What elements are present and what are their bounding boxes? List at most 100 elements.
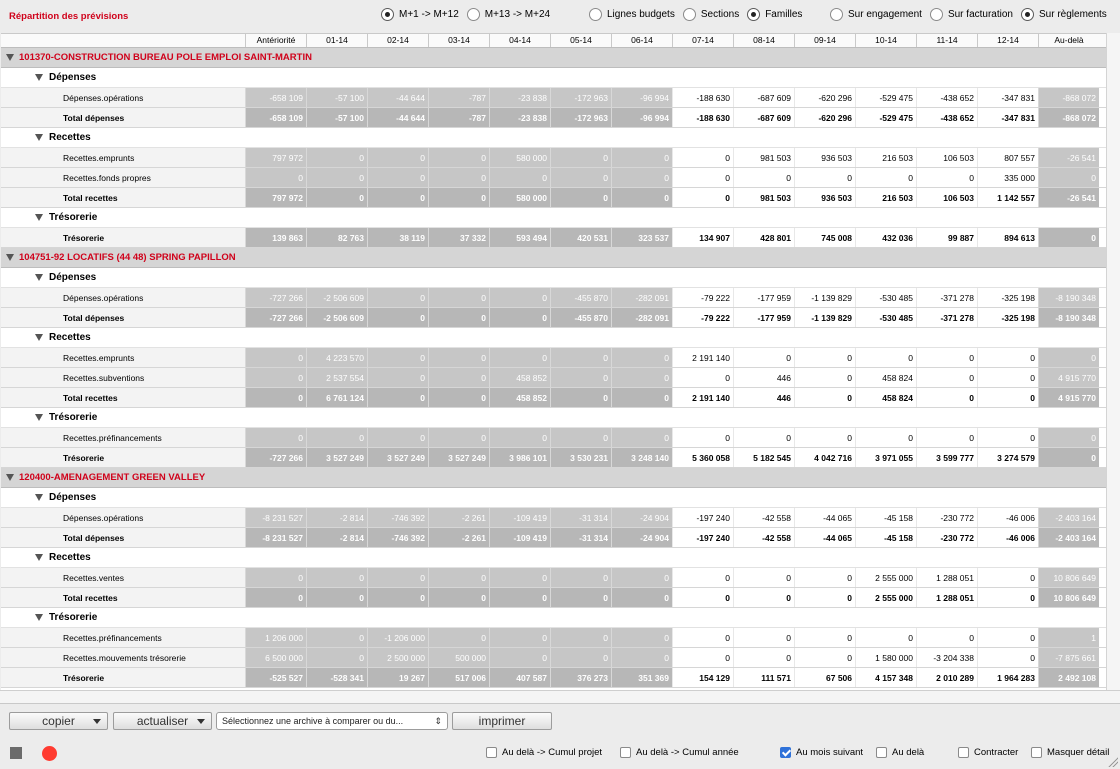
table-cell[interactable]: 0 [672, 148, 733, 167]
table-cell[interactable]: 981 503 [733, 148, 794, 167]
print-button[interactable]: imprimer [452, 712, 552, 730]
table-cell[interactable]: 0 [672, 648, 733, 667]
resize-grip-icon[interactable] [1106, 755, 1118, 767]
table-cell[interactable]: 5 182 545 [733, 448, 794, 467]
disclosure-triangle-icon[interactable] [35, 214, 43, 221]
table-cell[interactable]: 0 [916, 348, 977, 367]
radio-sections[interactable]: Sections [682, 8, 739, 21]
table-cell[interactable]: 1 580 000 [855, 648, 916, 667]
radio-dot[interactable] [682, 8, 696, 21]
table-cell[interactable]: -371 278 [916, 288, 977, 307]
table-cell[interactable]: 0 [977, 368, 1038, 387]
table-cell[interactable]: -620 296 [794, 108, 855, 127]
table-cell[interactable]: 807 557 [977, 148, 1038, 167]
table-cell[interactable]: -530 485 [855, 288, 916, 307]
project-row[interactable]: 101370-CONSTRUCTION BUREAU POLE EMPLOI S… [1, 48, 1106, 68]
radio-dot[interactable] [589, 8, 602, 21]
table-cell[interactable]: 99 887 [916, 228, 977, 247]
disclosure-triangle-icon[interactable] [6, 474, 14, 481]
table-cell[interactable]: 2 010 289 [916, 668, 977, 687]
project-row[interactable]: 104751-92 LOCATIFS (44 48) SPRING PAPILL… [1, 248, 1106, 268]
section-row[interactable]: Recettes [1, 548, 1106, 568]
table-cell[interactable]: -42 558 [733, 528, 794, 547]
table-cell[interactable]: 0 [916, 628, 977, 647]
table-cell[interactable]: -1 139 829 [794, 308, 855, 327]
table-cell[interactable]: 0 [794, 648, 855, 667]
record-icon[interactable] [42, 746, 57, 761]
table-cell[interactable]: 0 [733, 628, 794, 647]
table-cell[interactable]: 335 000 [977, 168, 1038, 187]
table-cell[interactable]: 216 503 [855, 188, 916, 207]
checkbox[interactable] [1031, 747, 1042, 758]
table-cell[interactable]: 134 907 [672, 228, 733, 247]
checkbox[interactable] [486, 747, 497, 758]
radio-sur-facturation[interactable]: Sur facturation [929, 8, 1013, 21]
table-cell[interactable]: 1 288 051 [916, 568, 977, 587]
table-cell[interactable]: 0 [672, 368, 733, 387]
table-cell[interactable]: 0 [794, 348, 855, 367]
table-cell[interactable]: 4 157 348 [855, 668, 916, 687]
table-cell[interactable]: 1 288 051 [916, 588, 977, 607]
section-row[interactable]: Trésorerie [1, 408, 1106, 428]
table-cell[interactable]: -529 475 [855, 108, 916, 127]
table-cell[interactable]: 458 824 [855, 368, 916, 387]
table-cell[interactable]: 936 503 [794, 188, 855, 207]
table-cell[interactable]: 0 [794, 568, 855, 587]
disclosure-triangle-icon[interactable] [35, 134, 43, 141]
table-cell[interactable]: 446 [733, 368, 794, 387]
table-cell[interactable]: 0 [672, 588, 733, 607]
table-cell[interactable]: 0 [733, 348, 794, 367]
table-cell[interactable]: 0 [672, 568, 733, 587]
radio-lignes-budgets[interactable]: Lignes budgets [589, 8, 675, 21]
table-cell[interactable]: -45 158 [855, 528, 916, 547]
table-cell[interactable]: -177 959 [733, 308, 794, 327]
table-cell[interactable]: 0 [977, 588, 1038, 607]
table-cell[interactable]: -188 630 [672, 108, 733, 127]
table-cell[interactable]: 0 [733, 588, 794, 607]
table-cell[interactable]: -1 139 829 [794, 288, 855, 307]
table-cell[interactable]: 0 [794, 428, 855, 447]
table-cell[interactable]: -46 006 [977, 508, 1038, 527]
table-cell[interactable]: 0 [672, 628, 733, 647]
section-row[interactable]: Recettes [1, 328, 1106, 348]
table-cell[interactable]: 106 503 [916, 148, 977, 167]
table-cell[interactable]: -438 652 [916, 88, 977, 107]
table-cell[interactable]: 428 801 [733, 228, 794, 247]
archive-select[interactable]: Sélectionnez une archive à comparer ou d… [216, 712, 448, 730]
section-row[interactable]: Trésorerie [1, 608, 1106, 628]
table-cell[interactable]: -347 831 [977, 108, 1038, 127]
table-cell[interactable]: -197 240 [672, 508, 733, 527]
disclosure-triangle-icon[interactable] [35, 414, 43, 421]
table-cell[interactable]: 0 [916, 168, 977, 187]
section-row[interactable]: Trésorerie [1, 208, 1106, 228]
table-cell[interactable]: 0 [672, 428, 733, 447]
table-cell[interactable]: 0 [794, 368, 855, 387]
table-cell[interactable]: 106 503 [916, 188, 977, 207]
table-cell[interactable]: 0 [733, 568, 794, 587]
table-cell[interactable]: -79 222 [672, 288, 733, 307]
table-cell[interactable]: -44 065 [794, 528, 855, 547]
check-cumul-annee[interactable]: Au delà -> Cumul année [620, 747, 739, 758]
checkbox[interactable] [958, 747, 969, 758]
table-cell[interactable]: 2 191 140 [672, 388, 733, 407]
disclosure-triangle-icon[interactable] [6, 254, 14, 261]
table-cell[interactable]: 3 599 777 [916, 448, 977, 467]
checkbox[interactable] [876, 747, 887, 758]
table-cell[interactable]: 111 571 [733, 668, 794, 687]
radio-dot[interactable] [381, 8, 394, 21]
table-cell[interactable]: 0 [916, 368, 977, 387]
table-cell[interactable]: -230 772 [916, 528, 977, 547]
table-cell[interactable]: 216 503 [855, 148, 916, 167]
disclosure-triangle-icon[interactable] [35, 74, 43, 81]
section-row[interactable]: Dépenses [1, 488, 1106, 508]
section-row[interactable]: Dépenses [1, 68, 1106, 88]
disclosure-triangle-icon[interactable] [35, 614, 43, 621]
table-cell[interactable]: -325 198 [977, 288, 1038, 307]
table-cell[interactable]: 0 [977, 568, 1038, 587]
check-mois-suivant[interactable]: Au mois suivant [780, 747, 863, 758]
table-cell[interactable]: 0 [855, 428, 916, 447]
table-cell[interactable]: -44 065 [794, 508, 855, 527]
table-cell[interactable]: -45 158 [855, 508, 916, 527]
table-cell[interactable]: 981 503 [733, 188, 794, 207]
table-cell[interactable]: 3 274 579 [977, 448, 1038, 467]
